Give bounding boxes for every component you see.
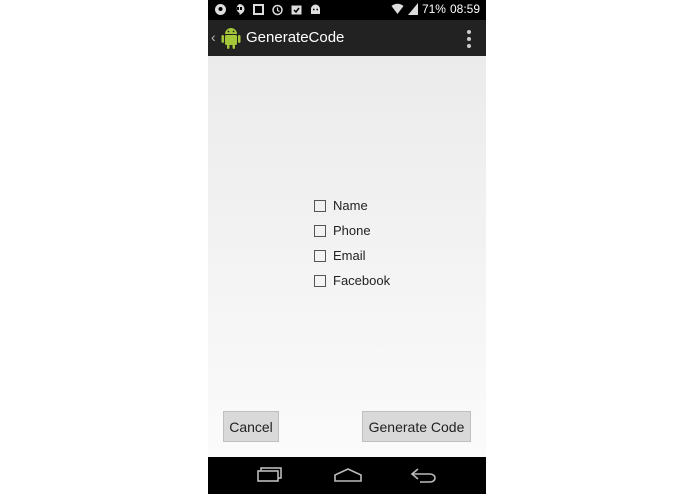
checkbox-label: Name [333, 198, 368, 213]
checkbox-email[interactable]: Email [314, 243, 390, 268]
generate-code-button[interactable]: Generate Code [362, 411, 471, 442]
alarm-icon [272, 4, 283, 16]
action-bar: ‹ GenerateCode [208, 20, 486, 56]
field-checklist: Name Phone Email Facebook [314, 193, 390, 293]
android-app-icon[interactable] [220, 26, 242, 50]
wifi-icon [391, 3, 404, 14]
square-icon [253, 4, 264, 15]
checkbox-box[interactable] [314, 249, 326, 262]
status-system: 71% 08:59 [391, 2, 480, 16]
recent-apps-icon[interactable] [256, 467, 284, 483]
clock: 08:59 [449, 2, 480, 16]
checkbox-box[interactable] [314, 199, 326, 212]
checkbox-facebook[interactable]: Facebook [314, 268, 390, 293]
phone-screen: 71% 08:59 ‹ GenerateCode Name Phone Emai… [208, 0, 486, 494]
app-title: GenerateCode [246, 29, 345, 46]
checkbox-box[interactable] [314, 274, 326, 287]
up-chevron-icon[interactable]: ‹ [211, 29, 216, 45]
checkbox-label: Phone [333, 223, 371, 238]
hangouts-icon [236, 4, 245, 15]
main-content: Name Phone Email Facebook Cancel Generat… [208, 56, 486, 457]
cancel-button[interactable]: Cancel [223, 411, 279, 442]
navigation-bar [208, 457, 486, 494]
checkbox-name[interactable]: Name [314, 193, 390, 218]
calendar-icon [291, 5, 302, 15]
home-icon[interactable] [333, 467, 363, 483]
notification-icon [215, 4, 226, 15]
overflow-menu-icon[interactable] [466, 30, 472, 48]
checkbox-label: Email [333, 248, 366, 263]
checkbox-label: Facebook [333, 273, 391, 288]
battery-level: 71% [421, 2, 446, 16]
status-notifications [214, 3, 322, 16]
checkbox-phone[interactable]: Phone [314, 218, 390, 243]
back-icon[interactable] [410, 467, 438, 483]
android-debug-icon [311, 4, 320, 14]
status-bar: 71% 08:59 [208, 0, 486, 20]
signal-icon [407, 3, 418, 15]
checkbox-box[interactable] [314, 224, 326, 237]
